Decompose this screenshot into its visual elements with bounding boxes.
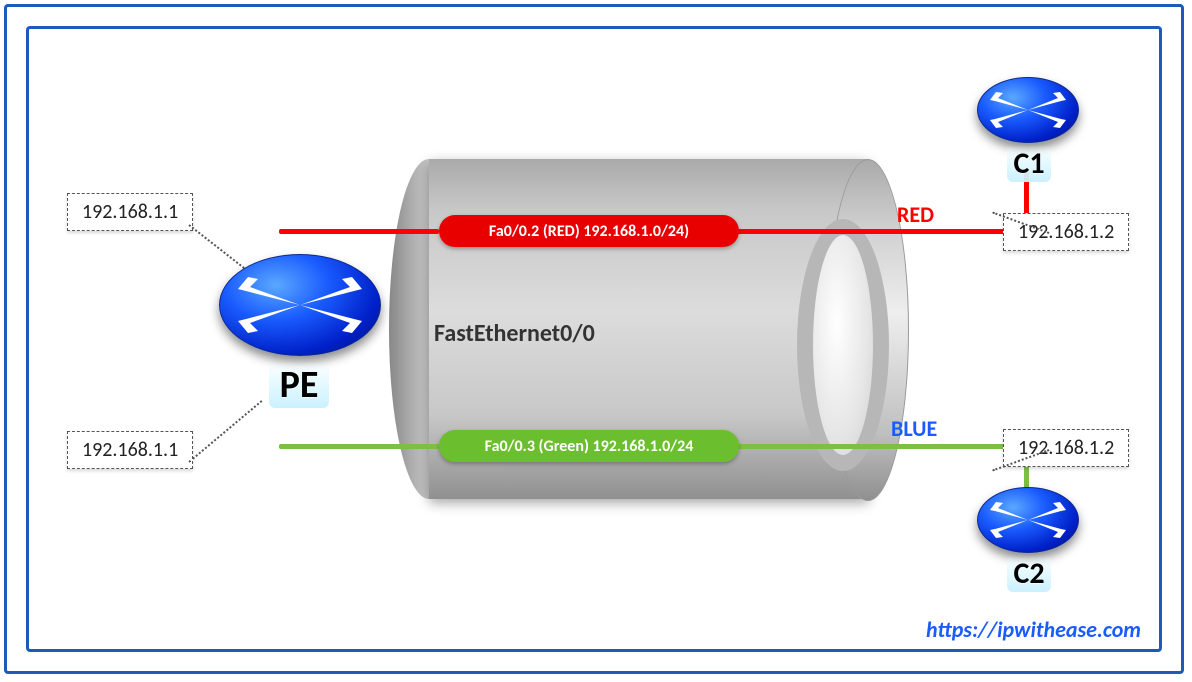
router-c2-label: C2: [1007, 555, 1051, 592]
ip-box-pe-red: 192.168.1.1: [67, 193, 193, 231]
link-label-red: RED: [897, 201, 934, 228]
source-url: https://ipwithease.com: [926, 616, 1141, 643]
wire-red-left: [279, 229, 439, 234]
wire-red-right: [709, 229, 1029, 234]
wire-green-right: [709, 444, 1029, 449]
subif-pill-green: Fa0/0.3 (Green) 192.168.1.0/24: [439, 430, 739, 462]
ip-box-c1: 192.168.1.2: [1003, 213, 1129, 251]
router-pe-arrows-icon: [220, 255, 380, 355]
router-pe: PE: [219, 254, 381, 356]
diagram-frame: FastEthernet0/0 Fa0/0.2 (RED) 192.168.1.…: [26, 26, 1162, 652]
subif-pill-red: Fa0/0.2 (RED) 192.168.1.0/24): [439, 215, 739, 247]
link-label-blue: BLUE: [891, 415, 937, 442]
subif-pill-green-label: Fa0/0.3 (Green) 192.168.1.0/24: [485, 437, 694, 456]
diagram-canvas: FastEthernet0/0 Fa0/0.2 (RED) 192.168.1.…: [29, 29, 1159, 649]
interface-main-label: FastEthernet0/0: [434, 319, 595, 348]
wire-green-left: [279, 444, 439, 449]
subif-pill-red-label: Fa0/0.2 (RED) 192.168.1.0/24): [489, 222, 689, 241]
router-c1: C1: [977, 77, 1079, 143]
router-c2-arrows-icon: [978, 488, 1078, 552]
ip-box-c2: 192.168.1.2: [1003, 429, 1129, 467]
router-c2: C2: [977, 487, 1079, 553]
ip-box-pe-blue: 192.168.1.1: [67, 431, 193, 469]
router-pe-label: PE: [269, 362, 329, 408]
pipe-right-inner: [797, 219, 889, 471]
ip-text-pe-blue: 192.168.1.1: [82, 438, 178, 462]
leader-pe-blue: [188, 400, 262, 463]
router-c2-body: [977, 487, 1079, 553]
router-c1-body: [977, 77, 1079, 143]
router-c1-arrows-icon: [978, 78, 1078, 142]
ip-text-pe-red: 192.168.1.1: [82, 200, 178, 224]
router-c1-label: C1: [1007, 145, 1051, 182]
ip-text-c1: 192.168.1.2: [1018, 220, 1114, 244]
router-pe-body: [219, 254, 381, 356]
